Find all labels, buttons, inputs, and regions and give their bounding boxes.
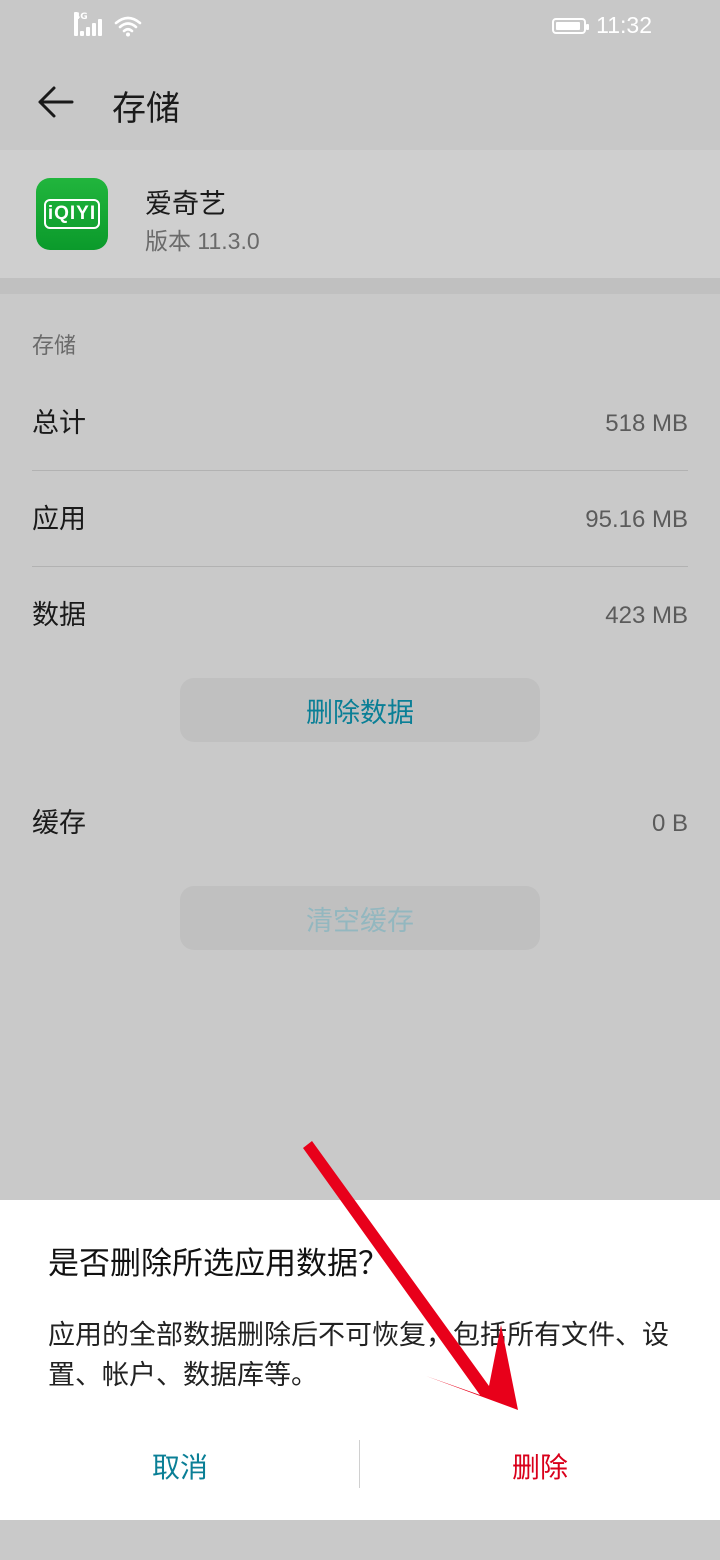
app-icon-text: iQIYI	[44, 199, 100, 229]
page-title: 存储	[112, 89, 180, 129]
navigation-area	[0, 1520, 720, 1560]
battery-icon	[552, 17, 590, 34]
status-left: 4G	[74, 12, 142, 38]
confirm-delete-dialog: 是否删除所选应用数据？ 应用的全部数据删除后不可恢复，包括所有文件、设置、帐户、…	[0, 1200, 720, 1520]
section-separator	[0, 278, 720, 294]
storage-row-data: 数据 423 MB	[32, 568, 688, 664]
status-time: 11:32	[596, 12, 652, 38]
dialog-title: 是否删除所选应用数据？	[48, 1246, 389, 1282]
wifi-icon	[114, 16, 142, 37]
row-value: 0 B	[651, 810, 688, 837]
app-name: 爱奇艺	[145, 189, 226, 220]
status-bar: 4G 11:32	[0, 0, 720, 56]
iqiyi-app-icon: iQIYI	[36, 178, 108, 250]
row-value: 518 MB	[605, 410, 688, 437]
app-bar: 存储	[0, 56, 720, 150]
row-label: 总计	[32, 408, 86, 439]
row-value: 423 MB	[605, 602, 688, 629]
storage-row-cache: 缓存 0 B	[32, 776, 688, 872]
delete-button[interactable]: 删除	[360, 1434, 720, 1498]
cellular-signal-icon: 4G	[74, 12, 104, 38]
row-label: 数据	[32, 600, 86, 631]
clear-data-button[interactable]: 删除数据	[180, 678, 540, 742]
network-type-label: 4G	[74, 12, 88, 36]
storage-row-total: 总计 518 MB	[32, 376, 688, 472]
storage-section-label: 存储	[32, 334, 77, 359]
row-value: 95.16 MB	[585, 506, 688, 533]
row-label: 缓存	[32, 808, 86, 839]
back-arrow-icon[interactable]	[34, 80, 78, 124]
clear-cache-button: 清空缓存	[180, 886, 540, 950]
storage-row-app: 应用 95.16 MB	[32, 472, 688, 568]
dialog-message: 应用的全部数据删除后不可恢复，包括所有文件、设置、帐户、数据库等。	[48, 1320, 669, 1391]
status-right: 11:32	[552, 12, 652, 39]
divider	[32, 566, 688, 567]
row-label: 应用	[32, 504, 86, 535]
cancel-button[interactable]: 取消	[0, 1434, 360, 1498]
app-info-card: iQIYI 爱奇艺 版本 11.3.0	[0, 150, 720, 278]
app-version: 版本 11.3.0	[145, 228, 260, 254]
divider	[32, 470, 688, 471]
